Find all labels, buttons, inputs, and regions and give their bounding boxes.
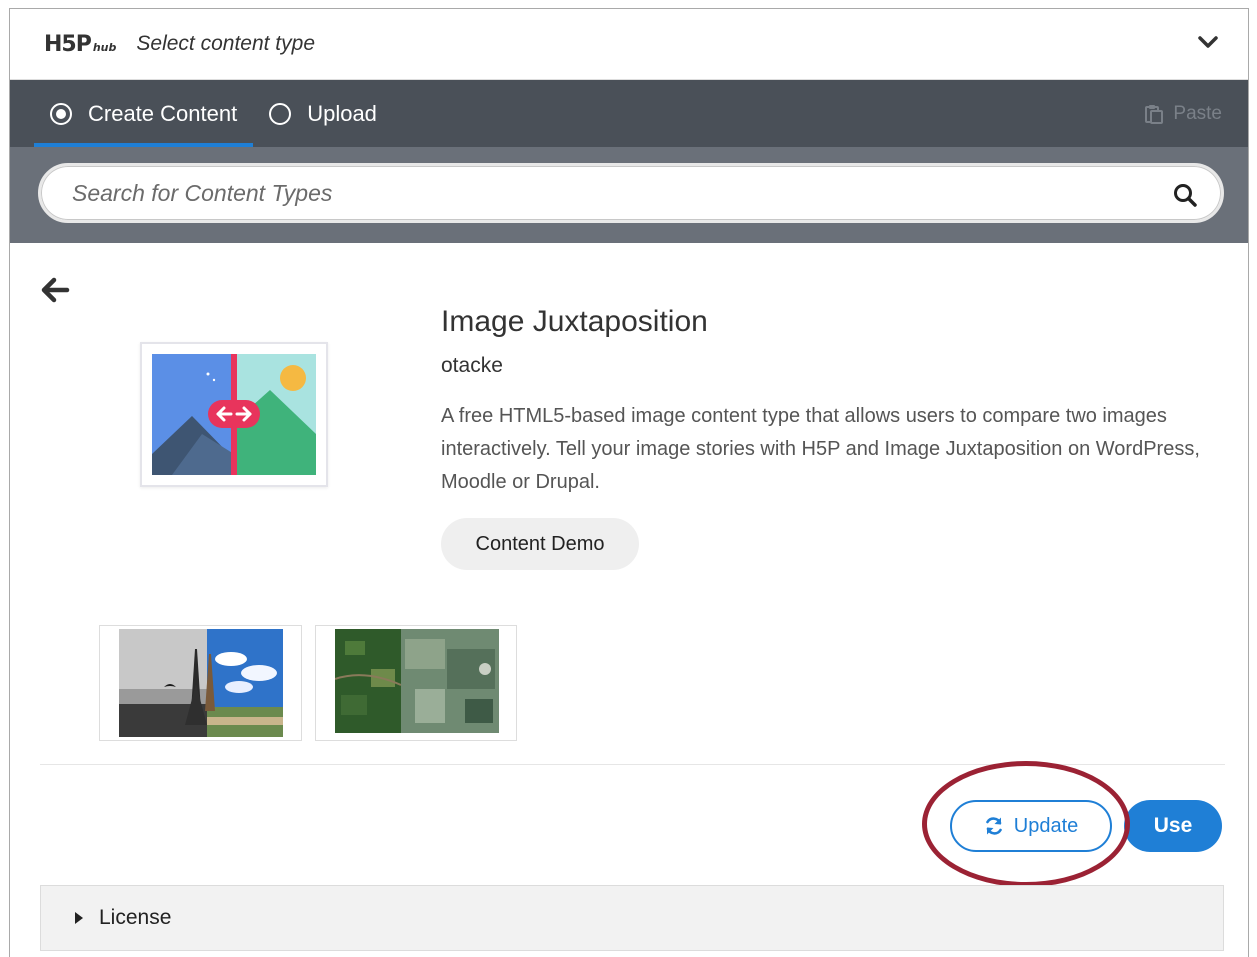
content-type-hub: H5P hub Select content type Create Conten… [9, 8, 1249, 957]
search-icon[interactable] [1173, 183, 1197, 207]
update-label: Update [1013, 814, 1079, 837]
logo-main-text: H5P [44, 31, 92, 57]
h5p-hub-logo: H5P hub [44, 32, 116, 57]
content-demo-button[interactable]: Content Demo [441, 518, 639, 570]
radio-selected-icon [50, 102, 72, 125]
search-band [10, 147, 1248, 243]
search-box[interactable] [38, 163, 1224, 223]
use-button[interactable]: Use [1124, 800, 1222, 852]
content-type-author: otacke [441, 354, 503, 377]
tab-upload-label: Upload [307, 100, 377, 126]
back-arrow-icon[interactable] [40, 277, 70, 303]
caret-right-icon [75, 912, 83, 924]
screenshot-thumbnail-1[interactable] [99, 625, 302, 741]
tab-upload[interactable]: Upload [253, 80, 393, 147]
content-type-icon [140, 342, 328, 487]
search-input[interactable] [72, 179, 1152, 207]
eiffel-comparison-image [119, 629, 283, 737]
update-button[interactable]: Update [950, 800, 1112, 852]
paste-label: Paste [1173, 102, 1222, 124]
clipboard-icon [1145, 104, 1164, 124]
screenshot-thumbnail-2[interactable] [315, 625, 517, 741]
image-juxtaposition-icon [152, 354, 316, 475]
hub-title: Select content type [136, 32, 316, 55]
hub-header[interactable]: H5P hub Select content type [10, 9, 1248, 80]
license-label: License [99, 906, 172, 929]
refresh-icon [985, 817, 1002, 835]
aerial-comparison-image [335, 629, 499, 733]
tab-bar: Create Content Upload Paste [10, 80, 1248, 147]
tab-create-content-label: Create Content [88, 100, 238, 126]
content-type-description: A free HTML5-based image content type th… [441, 405, 1200, 493]
radio-unselected-icon [269, 102, 292, 125]
paste-button[interactable]: Paste [1145, 80, 1222, 147]
tab-create-content[interactable]: Create Content [34, 80, 254, 147]
section-divider [40, 764, 1225, 765]
logo-sub-text: hub [92, 40, 117, 54]
chevron-down-icon[interactable] [1198, 35, 1218, 49]
content-type-title: Image Juxtaposition [441, 305, 708, 338]
license-panel-toggle[interactable]: License [40, 885, 1224, 951]
